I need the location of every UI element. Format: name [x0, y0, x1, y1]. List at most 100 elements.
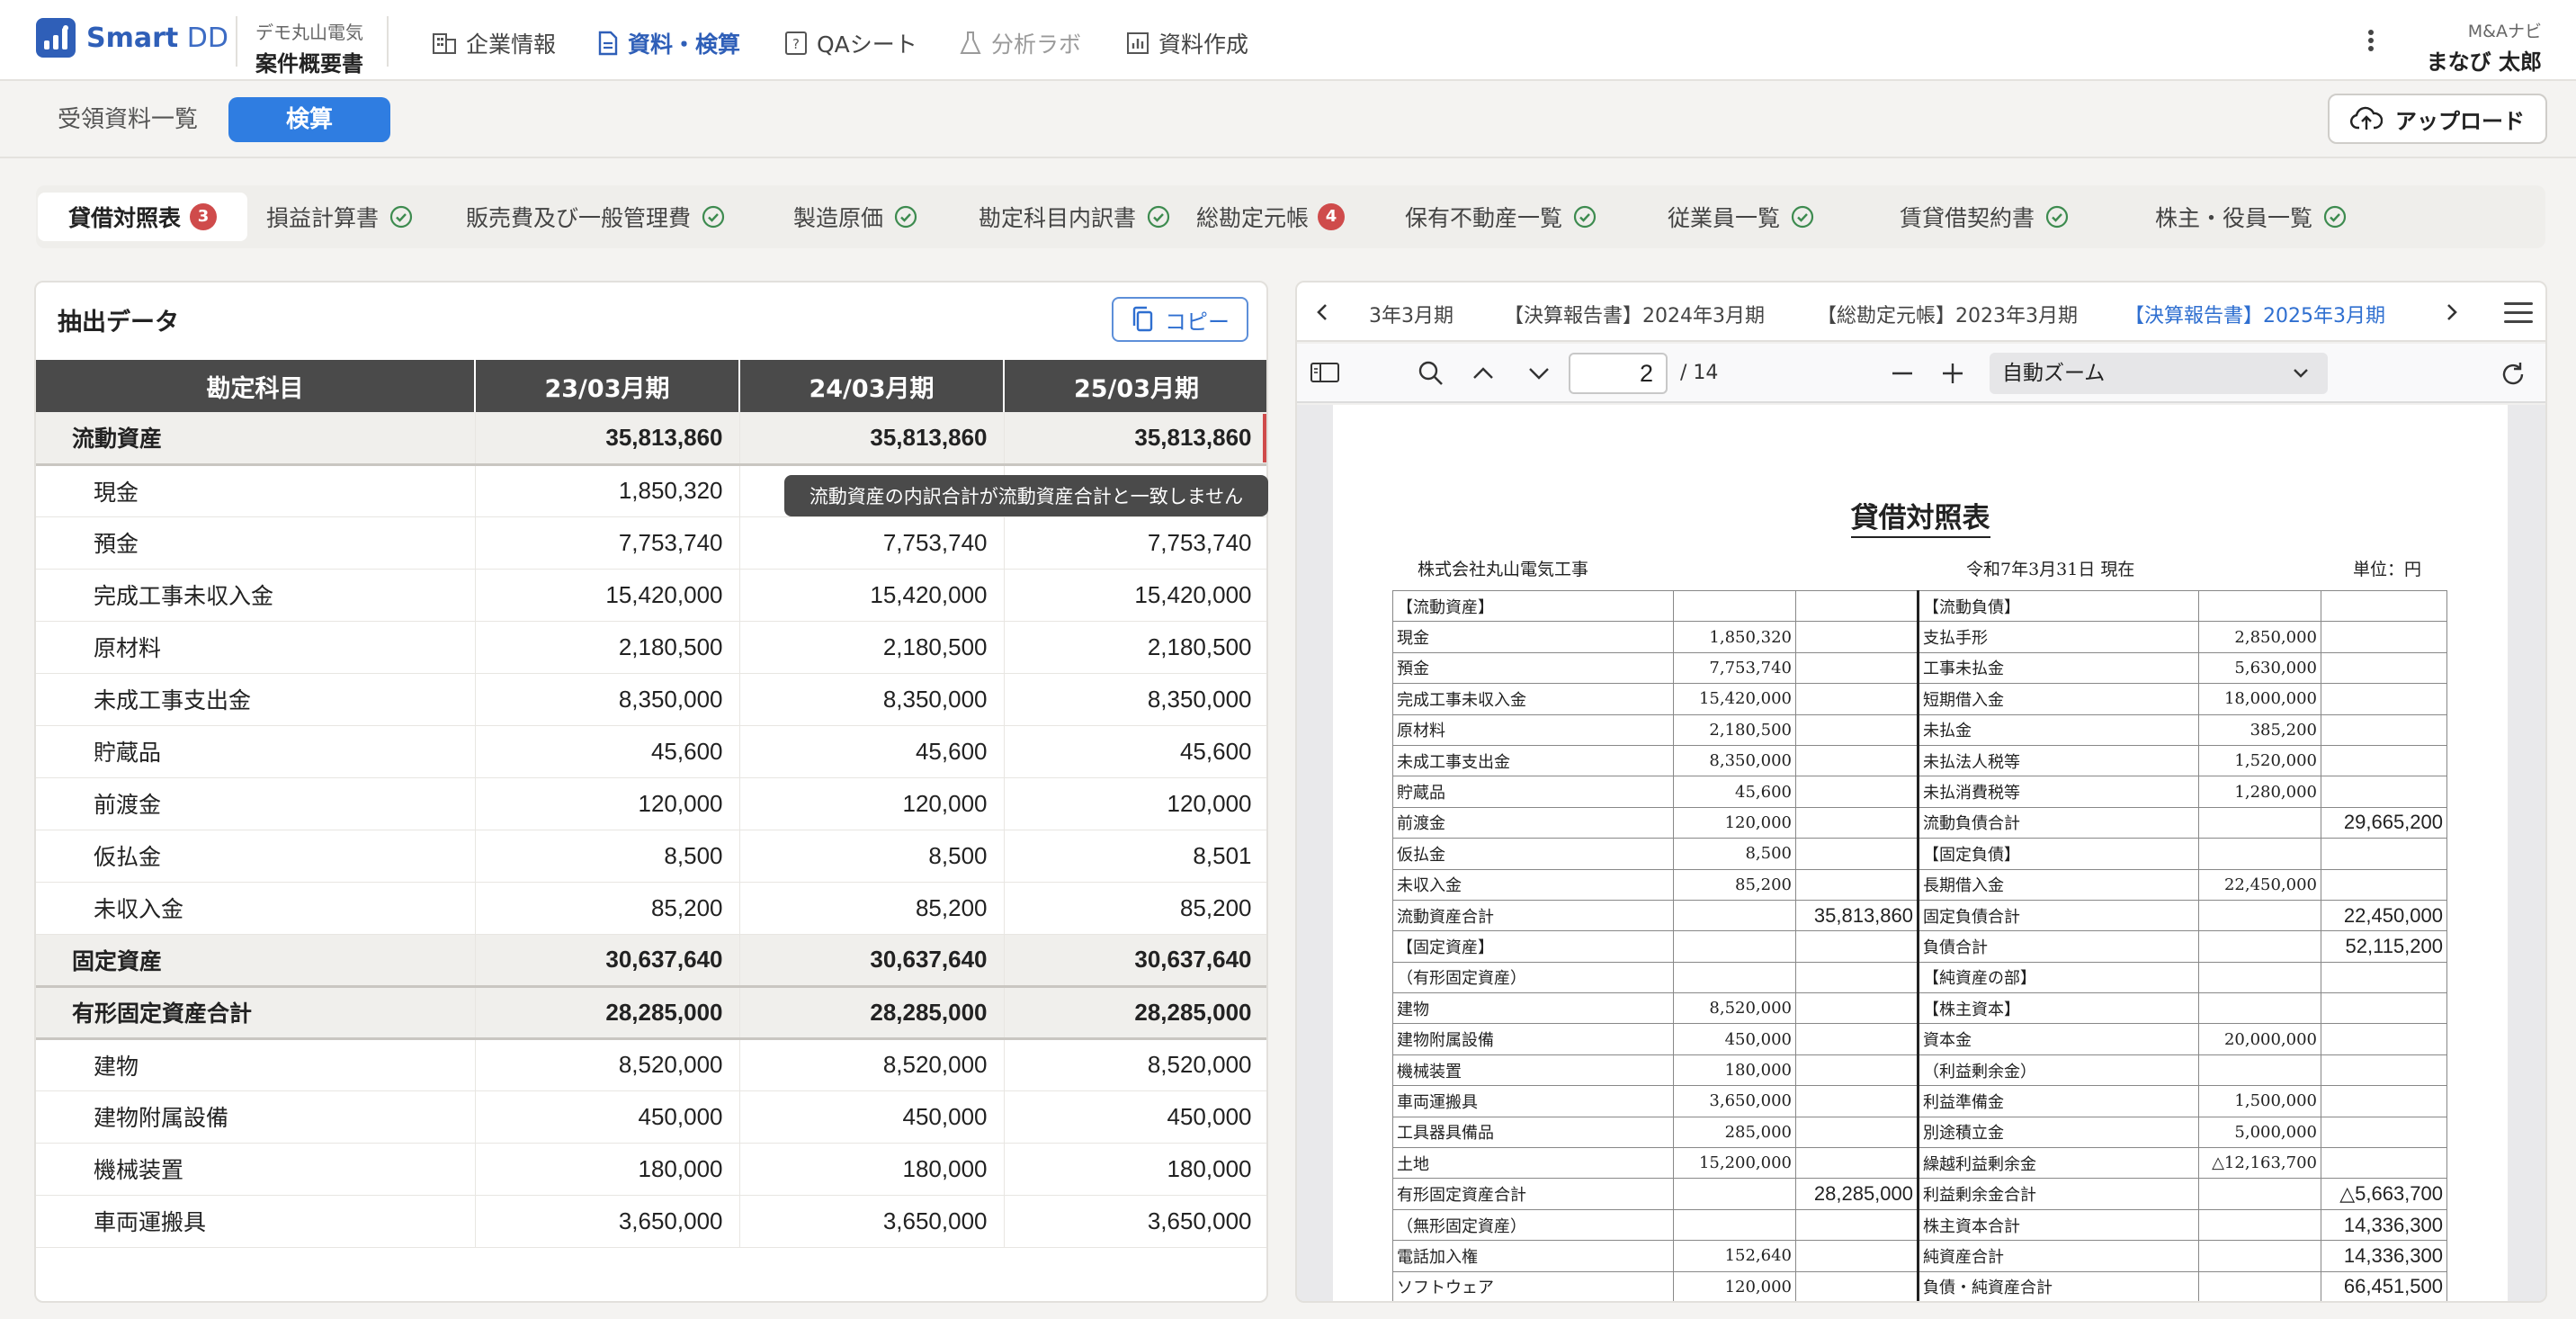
table-row[interactable]: 車両運搬具 3,650,000 3,650,000 3,650,000 [36, 1195, 1266, 1248]
table-row[interactable]: 前渡金 120,000 120,000 120,000 [36, 777, 1266, 830]
value-cell[interactable]: 8,520,000 [475, 1038, 740, 1091]
tab-employee-list[interactable]: 従業員一覧 [1648, 193, 1834, 241]
value-cell[interactable]: 30,637,640 [1004, 934, 1266, 988]
value-cell[interactable]: 450,000 [1004, 1090, 1266, 1144]
refresh-icon[interactable] [2499, 360, 2527, 389]
table-row[interactable]: 未収入金 85,200 85,200 85,200 [36, 882, 1266, 935]
table-row[interactable]: 預金 7,753,740 7,753,740 7,753,740 [36, 516, 1266, 570]
table-row[interactable]: 貯蔵品 45,600 45,600 45,600 [36, 725, 1266, 778]
tab-real-estate-list[interactable]: 保有不動産一覧 [1385, 193, 1616, 241]
app-logo[interactable]: Smart DD [36, 18, 228, 58]
upload-button[interactable]: アップロード [2328, 94, 2547, 144]
table-row[interactable]: 流動資産 35,813,860 35,813,860 35,813,860 [36, 412, 1266, 466]
value-cell[interactable]: 7,753,740 [475, 516, 740, 570]
value-cell[interactable]: 120,000 [1004, 777, 1266, 830]
value-cell[interactable]: 7,753,740 [1004, 516, 1266, 570]
value-cell[interactable]: 15,420,000 [739, 569, 1005, 622]
value-cell[interactable]: 30,637,640 [739, 934, 1005, 988]
previous-page-icon[interactable] [1470, 360, 1497, 387]
value-cell[interactable]: 28,285,000 [739, 986, 1005, 1040]
nav-qa-sheet[interactable]: ? QAシート [784, 27, 917, 59]
zoom-select[interactable]: 自動ズーム [1990, 353, 2328, 394]
more-menu-icon[interactable] [2362, 27, 2380, 54]
sidebar-toggle-icon[interactable] [1310, 360, 1340, 385]
value-cell[interactable]: 2,180,500 [475, 621, 740, 674]
value-cell[interactable]: 3,650,000 [1004, 1195, 1266, 1248]
value-cell[interactable]: 30,637,640 [475, 934, 740, 988]
viewer-tab-active[interactable]: 【決算報告書】2025年3月期 [2124, 300, 2385, 328]
value-cell[interactable]: 15,420,000 [475, 569, 740, 622]
subtab-received-documents[interactable]: 受領資料一覧 [34, 97, 221, 142]
value-cell[interactable]: 180,000 [475, 1143, 740, 1196]
table-row[interactable]: 未成工事支出金 8,350,000 8,350,000 8,350,000 [36, 673, 1266, 726]
value-cell[interactable]: 35,813,860 [1004, 412, 1266, 466]
chevron-right-icon[interactable] [2439, 301, 2463, 324]
table-row[interactable]: 仮払金 8,500 8,500 8,501 [36, 830, 1266, 883]
value-cell[interactable]: 35,813,860 [739, 412, 1005, 466]
value-cell[interactable]: 3,650,000 [475, 1195, 740, 1248]
tab-general-ledger[interactable]: 総勘定元帳 4 [1176, 193, 1364, 241]
tab-lease-contracts[interactable]: 賃貸借契約書 [1880, 193, 2089, 241]
value-cell[interactable]: 35,813,860 [475, 412, 740, 466]
chevron-left-icon[interactable] [1311, 301, 1335, 324]
tab-sga-expenses[interactable]: 販売費及び一般管理費 [446, 193, 745, 241]
value-cell[interactable]: 2,180,500 [739, 621, 1005, 674]
value-cell[interactable]: 15,420,000 [1004, 569, 1266, 622]
value-cell[interactable]: 28,285,000 [475, 986, 740, 1040]
value-cell[interactable]: 8,500 [475, 830, 740, 883]
nav-create-materials[interactable]: 資料作成 [1126, 27, 1248, 59]
value-cell[interactable]: 28,285,000 [1004, 986, 1266, 1040]
value-cell[interactable]: 7,753,740 [739, 516, 1005, 570]
table-row[interactable]: 機械装置 180,000 180,000 180,000 [36, 1143, 1266, 1196]
value-cell[interactable]: 450,000 [739, 1090, 1005, 1144]
value-cell[interactable]: 8,500 [739, 830, 1005, 883]
value-cell[interactable]: 8,501 [1004, 830, 1266, 883]
value-cell[interactable]: 120,000 [739, 777, 1005, 830]
zoom-in-icon[interactable] [1939, 360, 1966, 387]
value-cell[interactable]: 8,350,000 [1004, 673, 1266, 726]
value-cell[interactable]: 1,850,320 [475, 464, 740, 517]
value-cell[interactable]: 2,180,500 [1004, 621, 1266, 674]
value-cell[interactable]: 45,600 [1004, 725, 1266, 778]
tab-balance-sheet[interactable]: 貸借対照表 3 [38, 193, 248, 241]
table-row[interactable]: 建物附属設備 450,000 450,000 450,000 [36, 1090, 1266, 1144]
subtab-verification[interactable]: 検算 [228, 97, 390, 142]
viewer-tab[interactable]: 3年3月期 [1369, 300, 1453, 328]
table-row[interactable]: 完成工事未収入金 15,420,000 15,420,000 15,420,000 [36, 569, 1266, 622]
value-cell[interactable]: 45,600 [739, 725, 1005, 778]
zoom-out-icon[interactable] [1889, 360, 1916, 387]
value-cell[interactable]: 8,350,000 [739, 673, 1005, 726]
table-row[interactable]: 有形固定資産合計 28,285,000 28,285,000 28,285,000 [36, 986, 1266, 1040]
page-number-input[interactable]: 2 [1569, 353, 1668, 394]
value-cell[interactable]: 85,200 [475, 882, 740, 935]
value-cell[interactable]: 8,520,000 [739, 1038, 1005, 1091]
nav-company-info[interactable]: 企業情報 [432, 27, 556, 59]
value-cell[interactable]: 120,000 [475, 777, 740, 830]
viewer-tab[interactable]: 【総勘定元帳】2023年3月期 [1817, 300, 2078, 328]
next-page-icon[interactable] [1525, 360, 1552, 387]
tab-manufacturing-cost[interactable]: 製造原価 [774, 193, 937, 241]
table-row[interactable]: 建物 8,520,000 8,520,000 8,520,000 [36, 1038, 1266, 1091]
menu-icon[interactable] [2504, 302, 2533, 329]
search-icon[interactable] [1418, 360, 1445, 387]
value-cell[interactable]: 45,600 [475, 725, 740, 778]
copy-button[interactable]: コピー [1112, 297, 1248, 342]
pdf-canvas[interactable]: 貸借対照表 株式会社丸山電気工事 令和7年3月31日 現在 単位：円 【流動資産… [1297, 405, 2545, 1301]
table-row[interactable]: 固定資産 30,637,640 30,637,640 30,637,640 [36, 934, 1266, 988]
tab-account-breakdown[interactable]: 勘定科目内訳書 [959, 193, 1190, 241]
tab-income-statement[interactable]: 損益計算書 [246, 193, 433, 241]
nav-documents[interactable]: 資料・検算 [597, 27, 740, 59]
value-cell[interactable]: 85,200 [1004, 882, 1266, 935]
value-cell[interactable]: 180,000 [1004, 1143, 1266, 1196]
value-cell[interactable]: 85,200 [739, 882, 1005, 935]
value-cell[interactable]: 3,650,000 [739, 1195, 1005, 1248]
value-cell[interactable]: 8,350,000 [475, 673, 740, 726]
value-cell[interactable]: 8,520,000 [1004, 1038, 1266, 1091]
viewer-tab[interactable]: 【決算報告書】2024年3月期 [1504, 300, 1765, 328]
document-row: 有形固定資産合計 28,285,000 利益剰余金合計 △5,663,700 [1392, 1178, 2447, 1210]
table-row[interactable]: 原材料 2,180,500 2,180,500 2,180,500 [36, 621, 1266, 674]
value-cell[interactable]: 450,000 [475, 1090, 740, 1144]
value-cell[interactable]: 180,000 [739, 1143, 1005, 1196]
user-menu[interactable]: M&Aナビ まなび 太郎 [2427, 18, 2542, 76]
tab-shareholders-officers[interactable]: 株主・役員一覧 [2135, 193, 2366, 241]
